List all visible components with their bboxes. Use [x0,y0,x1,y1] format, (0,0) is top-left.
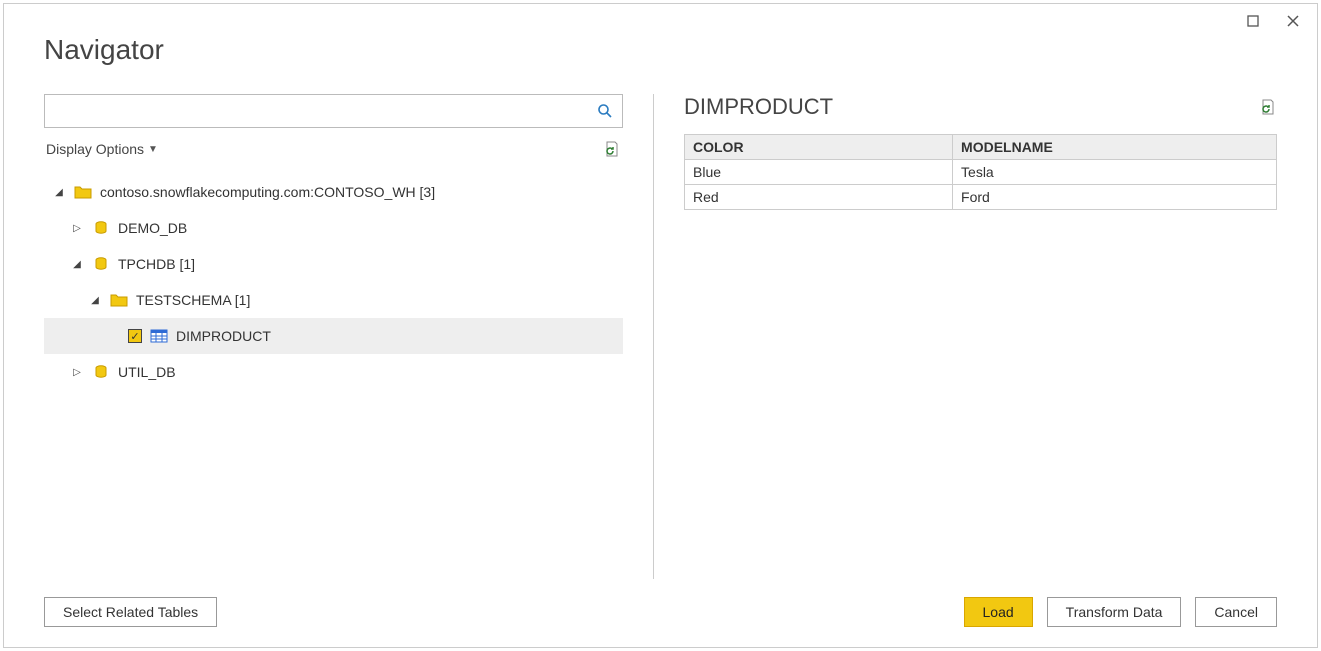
maximize-icon[interactable] [1247,14,1259,30]
tree-node-util-db[interactable]: ▷ UTIL_DB [44,354,623,390]
chevron-down-icon: ▼ [148,144,158,155]
search-input[interactable] [45,95,588,127]
tree-node-label: DEMO_DB [118,220,187,236]
table-header-row: COLOR MODELNAME [685,135,1277,160]
preview-pane: DIMPRODUCT COLOR MODELNAME Blue Tesla [654,94,1277,579]
tree-node-tpchdb[interactable]: ◢ TPCHDB [1] [44,246,623,282]
tree-node-demo-db[interactable]: ▷ DEMO_DB [44,210,623,246]
refresh-icon[interactable] [603,140,621,158]
search-row [44,94,623,128]
tree-root-count: [3] [420,184,436,200]
load-button[interactable]: Load [964,597,1033,627]
tree-tpchdb-count: [1] [179,256,195,272]
database-icon [92,364,110,380]
preview-title: DIMPRODUCT [684,94,833,120]
tree-node-label: UTIL_DB [118,364,176,380]
tree-node-root[interactable]: ◢ contoso.snowflakecomputing.com:CONTOSO… [44,174,623,210]
refresh-preview-icon[interactable] [1259,98,1277,116]
tree: ◢ contoso.snowflakecomputing.com:CONTOSO… [44,174,623,579]
tree-tpchdb-name: TPCHDB [118,256,176,272]
database-icon [92,256,110,272]
checkbox-checked[interactable]: ✓ [128,329,142,343]
table-row[interactable]: Blue Tesla [685,160,1277,185]
main-split: Display Options ▼ ◢ contoso.snowflakecom… [44,94,1277,579]
tree-node-dimproduct[interactable]: ✓ DIMPRODUCT [44,318,623,354]
preview-table: COLOR MODELNAME Blue Tesla Red Ford [684,134,1277,210]
tree-root-name: CONTOSO_WH [314,184,416,200]
expand-icon[interactable]: ▷ [70,221,84,235]
cancel-button[interactable]: Cancel [1195,597,1277,627]
database-icon [92,220,110,236]
collapse-icon[interactable]: ◢ [52,185,66,199]
select-related-tables-button[interactable]: Select Related Tables [44,597,217,627]
preview-header: DIMPRODUCT [684,94,1277,120]
folder-icon [110,292,128,308]
column-header[interactable]: MODELNAME [953,135,1277,160]
footer-right: Load Transform Data Cancel [964,597,1277,627]
tree-node-label: contoso.snowflakecomputing.com:CONTOSO_W… [100,184,435,200]
folder-icon [74,184,92,200]
footer: Select Related Tables Load Transform Dat… [44,579,1277,627]
collapse-icon[interactable]: ◢ [70,257,84,271]
left-pane: Display Options ▼ ◢ contoso.snowflakecom… [44,94,654,579]
display-options-label: Display Options [46,141,144,157]
table-cell: Tesla [953,160,1277,185]
table-row[interactable]: Red Ford [685,185,1277,210]
collapse-icon[interactable]: ◢ [88,293,102,307]
display-options-row: Display Options ▼ [44,136,623,162]
tree-node-testschema[interactable]: ◢ TESTSCHEMA [1] [44,282,623,318]
tree-node-label: DIMPRODUCT [176,328,271,344]
expand-spacer [106,329,120,343]
tree-root-prefix: contoso.snowflakecomputing.com: [100,184,314,200]
tree-node-label: TPCHDB [1] [118,256,195,272]
tree-testschema-count: [1] [235,292,251,308]
table-cell: Ford [953,185,1277,210]
navigator-window: Navigator Display Options ▼ [3,3,1318,648]
display-options-button[interactable]: Display Options ▼ [46,141,158,157]
tree-node-label: TESTSCHEMA [1] [136,292,250,308]
table-cell: Red [685,185,953,210]
page-title: Navigator [44,34,1277,66]
close-icon[interactable] [1287,14,1299,30]
expand-icon[interactable]: ▷ [70,365,84,379]
search-icon[interactable] [588,95,622,127]
tree-testschema-name: TESTSCHEMA [136,292,231,308]
transform-data-button[interactable]: Transform Data [1047,597,1182,627]
table-icon [150,328,168,344]
column-header[interactable]: COLOR [685,135,953,160]
table-cell: Blue [685,160,953,185]
window-controls [1247,14,1299,30]
